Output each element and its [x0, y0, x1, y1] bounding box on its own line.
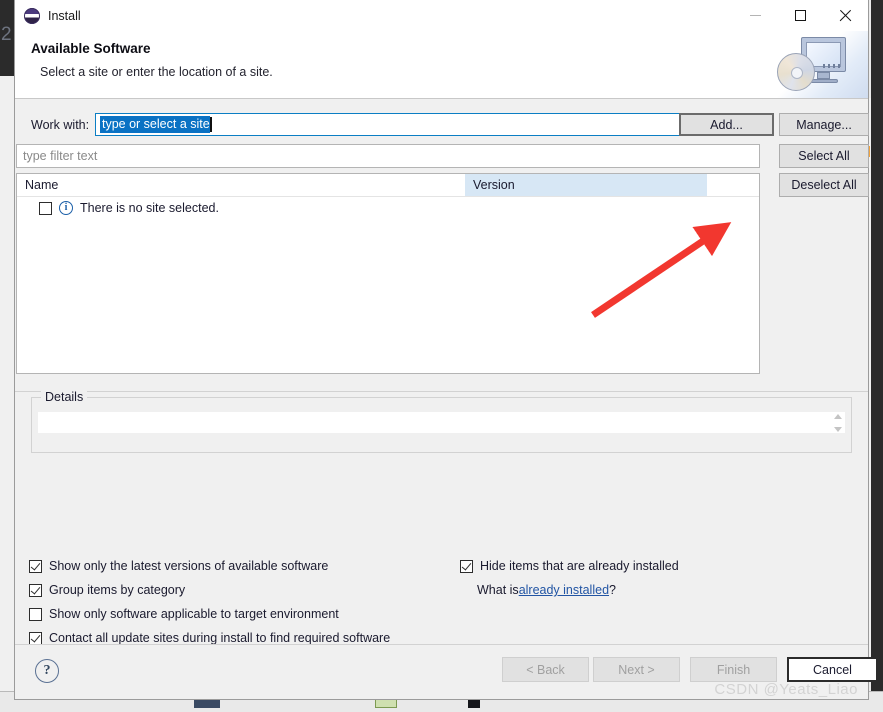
- what-is-prefix: What is: [477, 583, 519, 597]
- cancel-button[interactable]: Cancel: [787, 657, 878, 682]
- checkbox-icon[interactable]: [29, 583, 42, 597]
- filter-input[interactable]: type filter text: [16, 144, 760, 168]
- table-row[interactable]: i There is no site selected.: [17, 197, 759, 219]
- monitor-leds: [823, 64, 842, 68]
- checkbox-icon[interactable]: [29, 631, 42, 645]
- column-header-version[interactable]: Version: [465, 174, 707, 196]
- checkbox-group-by-category[interactable]: Group items by category: [29, 583, 185, 597]
- checkbox-label: Group items by category: [49, 583, 186, 597]
- checkbox-label: Hide items that are already installed: [480, 559, 679, 573]
- help-question-icon[interactable]: ?: [35, 659, 59, 683]
- dialog-header: Available Software Select a site or ente…: [15, 31, 868, 99]
- window-title: Install: [48, 8, 81, 23]
- what-is-already-installed-row: What is already installed ?: [477, 583, 616, 597]
- page-subtitle: Select a site or enter the location of a…: [40, 65, 273, 79]
- text-caret: [209, 117, 212, 132]
- page-title: Available Software: [31, 41, 151, 56]
- add-button[interactable]: Add...: [679, 113, 774, 136]
- checkbox-icon[interactable]: [29, 607, 42, 621]
- close-icon: [839, 9, 852, 22]
- title-bar: Install: [15, 0, 868, 31]
- minimize-icon: [750, 15, 761, 16]
- scroll-down-arrow-icon[interactable]: [833, 427, 842, 432]
- dialog-body: Work with: i type or select a site Add..…: [15, 99, 869, 645]
- minimize-button[interactable]: [733, 0, 778, 31]
- monitor-with-disc-icon: [767, 31, 868, 98]
- work-with-combo[interactable]: type or select a site: [95, 113, 710, 136]
- details-group: Details: [31, 390, 852, 453]
- next-button[interactable]: Next >: [593, 657, 680, 682]
- finish-button[interactable]: Finish: [690, 657, 777, 682]
- dialog-footer: ? < Back Next > Finish Cancel CSDN @Yeat…: [15, 644, 878, 699]
- background-dark-corner: [0, 0, 14, 76]
- disc-hole: [791, 67, 803, 79]
- checkbox-show-latest-versions[interactable]: Show only the latest versions of availab…: [29, 559, 328, 573]
- software-tree-table[interactable]: Name Version i There is no site selected…: [16, 173, 760, 374]
- checkbox-label: Show only the latest versions of availab…: [49, 559, 329, 573]
- checkbox-label: Show only software applicable to target …: [49, 607, 339, 621]
- what-is-suffix: ?: [609, 583, 616, 597]
- taskbar-item-3: [468, 699, 480, 708]
- select-all-button[interactable]: Select All: [779, 144, 869, 168]
- checkbox-label: Contact all update sites during install …: [49, 631, 391, 645]
- back-button[interactable]: < Back: [502, 657, 589, 682]
- close-button[interactable]: [823, 0, 868, 31]
- scroll-up-arrow-icon[interactable]: [833, 414, 842, 419]
- section-divider: [15, 391, 868, 392]
- background-left-strip: [0, 76, 15, 712]
- monitor-neck: [817, 72, 830, 79]
- details-scrollbar[interactable]: [832, 414, 843, 432]
- already-installed-link[interactable]: already installed: [519, 583, 609, 597]
- checkbox-icon[interactable]: [29, 559, 42, 573]
- checkbox-hide-installed-items[interactable]: Hide items that are already installed: [460, 559, 679, 573]
- cd-disc-icon: [777, 53, 815, 91]
- deselect-all-button[interactable]: Deselect All: [779, 173, 869, 197]
- window-controls: [733, 0, 868, 31]
- taskbar-item-1: [194, 699, 220, 708]
- maximize-button[interactable]: [778, 0, 823, 31]
- details-label: Details: [41, 390, 88, 404]
- details-textarea[interactable]: [38, 412, 845, 433]
- work-with-label: Work with:: [31, 118, 90, 132]
- watermark: CSDN @Yeats_Liao: [714, 681, 858, 698]
- install-dialog: Install Available Software Select a site…: [14, 0, 878, 700]
- checkbox-icon[interactable]: [460, 559, 473, 573]
- work-with-input[interactable]: type or select a site: [100, 116, 210, 133]
- background-right-dark-strip: [871, 0, 883, 712]
- checkbox-contact-update-sites[interactable]: Contact all update sites during install …: [29, 631, 390, 645]
- column-header-name[interactable]: Name: [17, 174, 465, 196]
- maximize-icon: [795, 10, 806, 21]
- row-name-label: There is no site selected.: [80, 201, 219, 215]
- checkbox-target-environment[interactable]: Show only software applicable to target …: [29, 607, 339, 621]
- eclipse-logo-icon: [24, 7, 40, 24]
- row-checkbox[interactable]: [39, 201, 52, 215]
- table-header: Name Version: [17, 174, 759, 197]
- info-circle-icon: i: [59, 201, 73, 215]
- manage-button[interactable]: Manage...: [779, 113, 869, 136]
